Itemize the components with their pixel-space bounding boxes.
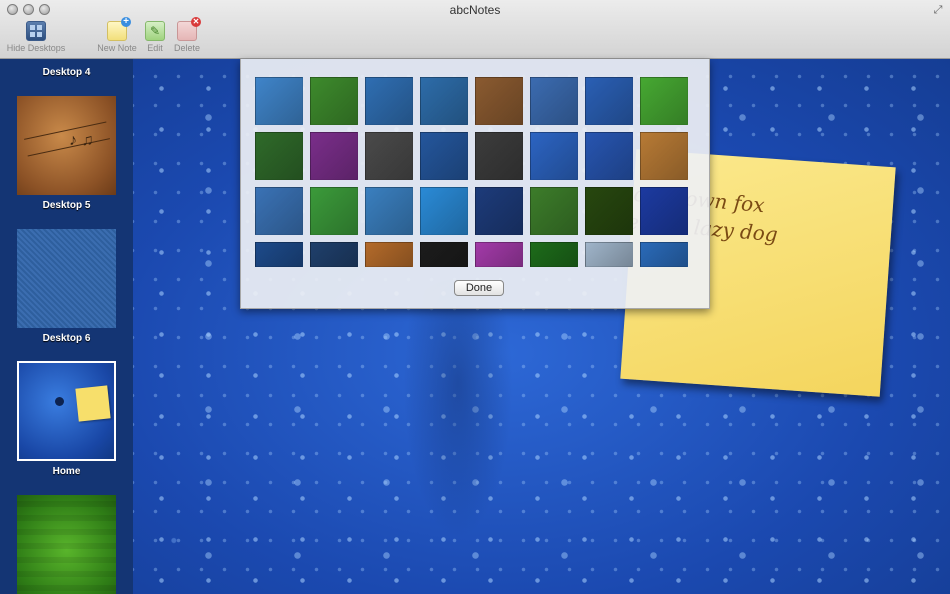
wallpaper-swatch[interactable] — [585, 242, 633, 267]
window-title: abcNotes — [449, 3, 501, 17]
desktops-grid-icon — [26, 21, 46, 41]
wallpaper-swatch[interactable] — [585, 132, 633, 180]
delete-icon: ✕ — [177, 17, 201, 41]
wallpaper-swatch[interactable] — [475, 77, 523, 125]
desktop-label: Desktop 4 — [42, 67, 91, 78]
mini-sticky-note — [75, 385, 111, 422]
wallpaper-swatch[interactable] — [420, 77, 468, 125]
wallpaper-swatch[interactable] — [420, 242, 468, 267]
wallpaper-swatch[interactable] — [640, 77, 688, 125]
wallpaper-swatch[interactable] — [255, 187, 303, 235]
wallpaper-swatch[interactable] — [585, 187, 633, 235]
delete-label: Delete — [173, 43, 200, 53]
wallpaper-swatch[interactable] — [255, 242, 303, 267]
wallpaper-swatch[interactable] — [365, 187, 413, 235]
mini-shadow — [55, 397, 64, 406]
wallpaper-figure — [403, 279, 513, 539]
new-note-button[interactable]: + New Note — [96, 17, 138, 54]
wallpaper-swatch[interactable] — [310, 187, 358, 235]
wallpaper-swatch[interactable] — [255, 132, 303, 180]
wallpaper-swatch[interactable] — [310, 77, 358, 125]
fullscreen-icon[interactable]: ⤢ — [932, 4, 944, 16]
wallpaper-swatch[interactable] — [420, 132, 468, 180]
edit-label: Edit — [147, 43, 163, 53]
wallpaper-swatch[interactable] — [475, 187, 523, 235]
wallpaper-swatch[interactable] — [310, 132, 358, 180]
wallpaper-picker: Done — [240, 59, 710, 309]
desktop-label: Desktop 5 — [42, 200, 91, 211]
desktop-thumbnail-5[interactable] — [17, 96, 116, 195]
wallpaper-swatch[interactable] — [585, 77, 633, 125]
hide-desktops-button[interactable]: Hide Desktops — [6, 21, 66, 53]
desktop-label: Home — [52, 466, 81, 477]
desktop-thumbnail-green[interactable] — [17, 495, 116, 594]
desktop-label: Desktop 6 — [42, 333, 91, 344]
wallpaper-swatch[interactable] — [420, 187, 468, 235]
wallpaper-swatch[interactable] — [530, 242, 578, 267]
wallpaper-swatch[interactable] — [310, 242, 358, 267]
wallpaper-swatch[interactable] — [640, 132, 688, 180]
close-icon: ✕ — [191, 17, 201, 27]
wallpaper-swatch[interactable] — [475, 132, 523, 180]
new-note-icon: + — [107, 17, 131, 41]
hide-desktops-label: Hide Desktops — [6, 43, 66, 53]
plus-icon: + — [121, 17, 131, 27]
music-staff-decoration — [24, 121, 110, 157]
pencil-icon: ✎ — [145, 21, 165, 41]
desktop-thumbnail-home[interactable] — [17, 361, 116, 461]
wallpaper-swatch[interactable] — [365, 132, 413, 180]
desktops-sidebar: Desktop 4 Desktop 5 Desktop 6 Home — [0, 59, 133, 594]
wallpaper-swatch[interactable] — [365, 77, 413, 125]
wallpaper-swatch[interactable] — [640, 187, 688, 235]
wallpaper-swatch[interactable] — [255, 77, 303, 125]
delete-button[interactable]: ✕ Delete — [172, 17, 202, 53]
wallpaper-swatch[interactable] — [640, 242, 688, 267]
window-chrome: abcNotes ⤢ Hide Desktops + New Note ✎ Ed… — [0, 0, 950, 59]
done-button[interactable]: Done — [454, 280, 504, 296]
wallpaper-swatch[interactable] — [530, 77, 578, 125]
wallpaper-swatch[interactable] — [365, 242, 413, 267]
wallpaper-swatch[interactable] — [530, 187, 578, 235]
desktop-thumbnail-6[interactable] — [17, 229, 116, 328]
edit-button[interactable]: ✎ Edit — [142, 21, 168, 53]
wallpaper-swatch[interactable] — [475, 242, 523, 267]
wallpaper-swatch[interactable] — [530, 132, 578, 180]
new-note-label: New Note — [97, 43, 137, 53]
